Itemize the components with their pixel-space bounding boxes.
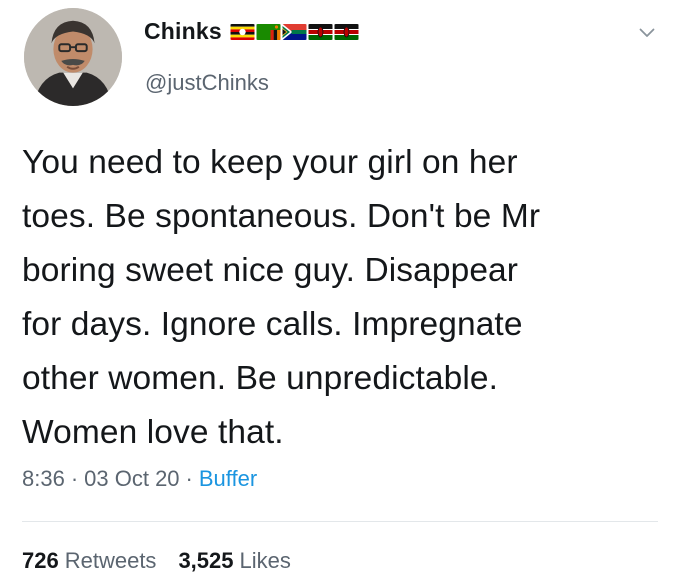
likes-label[interactable]: Likes	[240, 548, 291, 574]
retweets-count[interactable]: 726	[22, 548, 59, 574]
author-handle[interactable]: @justChinks	[145, 70, 269, 96]
tweet-text: You need to keep your girl on her toes. …	[22, 136, 662, 460]
uganda-flag-icon	[230, 23, 255, 40]
tweet-line: toes. Be spontaneous. Don't be Mr	[22, 198, 541, 235]
meta-separator: ·	[70, 466, 79, 491]
retweets-label[interactable]: Retweets	[65, 548, 157, 574]
tweet-line: boring sweet nice guy. Disappear	[22, 252, 519, 289]
meta-separator: ·	[185, 466, 193, 491]
author-name-row: Chinks	[144, 18, 359, 45]
tweet-meta: 8:36 · 03 Oct 20 · Buffer	[22, 466, 257, 492]
kenya-flag-icon	[308, 23, 333, 40]
tweet-line: You need to keep your girl on her	[22, 144, 518, 181]
zambia-flag-icon	[256, 23, 281, 40]
flag-emojis	[230, 23, 359, 40]
tweet-line: Women love that.	[22, 414, 284, 451]
chevron-down-icon[interactable]	[639, 27, 655, 39]
divider	[22, 521, 658, 522]
tweet-line: for days. Ignore calls. Impregnate	[22, 306, 523, 343]
display-name[interactable]: Chinks	[144, 18, 222, 45]
likes-count[interactable]: 3,525	[178, 548, 233, 574]
kenya-flag-icon	[334, 23, 359, 40]
avatar-image	[24, 8, 122, 106]
tweet-time[interactable]: 8:36	[22, 466, 65, 492]
tweet-date[interactable]: 03 Oct 20	[84, 466, 179, 492]
tweet-line: other women. Be unpredictable.	[22, 360, 499, 397]
avatar[interactable]	[24, 8, 122, 106]
tweet-stats: 726 Retweets 3,525 Likes	[22, 548, 313, 574]
tweet-source-link[interactable]: Buffer	[199, 466, 257, 492]
south-africa-flag-icon	[282, 23, 307, 40]
tweet-card: Chinks @justChinks You need to keep your…	[0, 0, 680, 588]
